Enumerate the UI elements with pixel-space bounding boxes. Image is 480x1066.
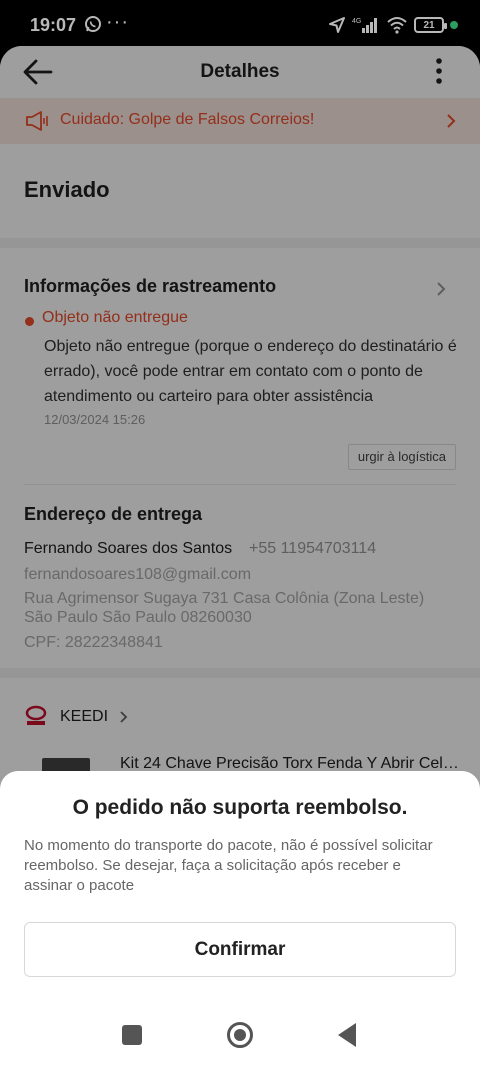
- confirm-button[interactable]: Confirmar: [24, 922, 456, 977]
- system-nav-bar: [0, 1010, 480, 1060]
- recents-icon[interactable]: [122, 1025, 142, 1045]
- refund-bottom-sheet: O pedido não suporta reembolso. No momen…: [0, 771, 480, 1066]
- home-icon[interactable]: [227, 1022, 253, 1048]
- sheet-message: No momento do transporte do pacote, não …: [24, 837, 433, 894]
- back-triangle-icon[interactable]: [338, 1023, 356, 1047]
- sheet-title: O pedido não suporta reembolso.: [72, 796, 408, 819]
